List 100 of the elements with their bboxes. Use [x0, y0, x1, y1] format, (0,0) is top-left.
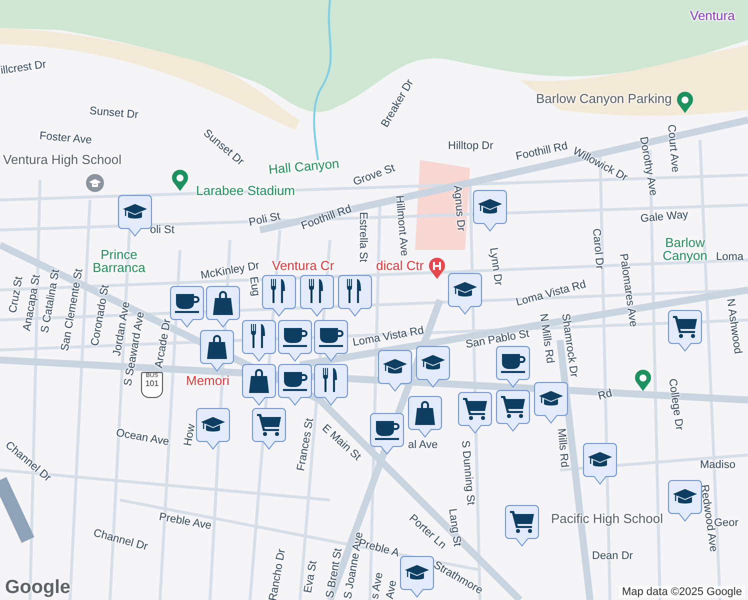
graduation-cap-icon — [421, 355, 445, 370]
cafe-marker[interactable] — [278, 320, 312, 362]
street-label: Preble Ave — [158, 512, 212, 532]
restaurant-marker[interactable] — [314, 364, 348, 406]
coffee-cup-icon — [375, 421, 400, 440]
street-label: Ocean Ave — [115, 428, 170, 448]
park-pin-icon — [171, 169, 189, 191]
shield-number: 101 — [145, 380, 159, 388]
shopping-bag-icon — [213, 291, 233, 315]
park-label: Barlow Canyon — [662, 236, 708, 262]
school-marker[interactable] — [583, 443, 617, 485]
graduation-cap-icon — [453, 282, 477, 296]
street-label: Hilltop Dr — [448, 141, 494, 152]
school-marker[interactable] — [416, 346, 450, 388]
park-pin-icon — [676, 91, 694, 113]
coffee-cup-icon — [283, 372, 308, 391]
street-label: Lang St — [446, 508, 462, 548]
street-label: N Mills Rd — [537, 313, 555, 364]
coffee-cup-icon — [283, 328, 308, 347]
shopping-cart-icon — [257, 414, 281, 436]
school-marker[interactable] — [196, 408, 230, 450]
graduation-cap-icon — [673, 489, 697, 504]
cafe-marker[interactable] — [314, 320, 348, 362]
graduation-cap-icon — [201, 417, 225, 432]
restaurant-marker[interactable] — [338, 275, 372, 317]
shopping-cart-icon — [510, 511, 534, 533]
street-label: Ave — [385, 580, 400, 600]
street-label: Geor — [714, 518, 738, 529]
street-label: Foothill Rd — [515, 141, 569, 163]
street-label: How — [183, 423, 198, 447]
shop-marker[interactable] — [206, 286, 240, 328]
graduation-cap-icon — [405, 565, 429, 580]
street-label: Loma Vista Rd — [352, 326, 425, 349]
street-label: Arcade Dr — [154, 318, 174, 369]
graduation-cap-icon — [123, 204, 147, 218]
street-label: Sunset Dr — [89, 106, 139, 122]
street-label: al Ave — [408, 440, 438, 451]
coffee-cup-icon — [319, 328, 344, 347]
street-label: S Brent St — [325, 548, 345, 599]
school-marker[interactable] — [378, 350, 412, 392]
street-label: illcrest Dr — [0, 60, 47, 77]
street-label: S Catalina St — [40, 268, 62, 334]
street-label: Foster Ave — [39, 131, 92, 147]
street-label: S Dunning St — [459, 440, 476, 506]
school-marker[interactable] — [118, 195, 152, 237]
fork-knife-icon — [251, 324, 265, 348]
restaurant-marker[interactable] — [262, 275, 296, 317]
cafe-marker[interactable] — [278, 364, 312, 406]
shop-marker[interactable] — [408, 396, 442, 438]
place-label: Pacific High School — [551, 512, 663, 525]
street-label: Lynn Dr — [487, 247, 504, 286]
school-marker[interactable] — [668, 480, 702, 522]
street-label: Gale Way — [640, 210, 689, 225]
grocery-marker[interactable] — [668, 310, 702, 352]
school-marker[interactable] — [400, 556, 434, 598]
street-label: Loma Vista Rd — [515, 279, 588, 309]
street-label: N Ashwood — [724, 298, 743, 355]
hospital-label: Memori — [186, 374, 230, 387]
street-label: s Ave — [370, 572, 386, 600]
street-label: Agnus Dr — [451, 185, 466, 232]
school-marker[interactable] — [448, 273, 482, 315]
school-marker[interactable] — [534, 382, 568, 424]
park-pin-icon — [634, 369, 652, 391]
grocery-marker[interactable] — [505, 505, 539, 547]
graduation-cap-icon — [539, 391, 563, 406]
street-label: oli St — [150, 225, 174, 236]
shopping-cart-icon — [673, 316, 697, 338]
graduation-cap-icon — [383, 359, 407, 374]
street-label: Cruz St — [8, 276, 26, 314]
street-label: Loma — [716, 252, 744, 263]
school-marker[interactable] — [473, 190, 507, 232]
fork-knife-icon — [271, 279, 285, 303]
cafe-marker[interactable] — [370, 413, 404, 455]
grocery-marker[interactable] — [252, 408, 286, 450]
district-label: Ventura — [690, 9, 735, 22]
restaurant-marker[interactable] — [242, 320, 276, 362]
google-logo: Google — [5, 577, 70, 599]
street-label: Coronado St — [90, 284, 112, 347]
street-label: Dean Dr — [592, 551, 633, 562]
grocery-marker[interactable] — [496, 390, 530, 432]
shopping-bag-icon — [207, 335, 227, 359]
grocery-marker[interactable] — [458, 392, 492, 434]
cafe-marker[interactable] — [170, 286, 204, 328]
street-label: Carol Dr — [590, 228, 605, 270]
park-label: Larabee Stadium — [196, 184, 296, 197]
shop-marker[interactable] — [200, 330, 234, 372]
shopping-bag-icon — [415, 401, 435, 425]
cafe-marker[interactable] — [496, 346, 530, 388]
street-label: San Pablo St — [465, 328, 530, 351]
street-label: Frances St — [296, 418, 316, 472]
street-label: Mills Rd — [555, 428, 570, 468]
shop-marker[interactable] — [242, 364, 276, 406]
fork-knife-icon — [309, 279, 323, 303]
place-label: Ventura High School — [3, 153, 122, 166]
map-attribution: Map data ©2025 Google — [618, 586, 745, 598]
hospital-pin-icon — [428, 257, 446, 279]
street-label: Estrella St — [357, 212, 368, 262]
coffee-cup-icon — [501, 354, 526, 373]
street-label: Channel Dr — [92, 528, 149, 554]
restaurant-marker[interactable] — [300, 275, 334, 317]
